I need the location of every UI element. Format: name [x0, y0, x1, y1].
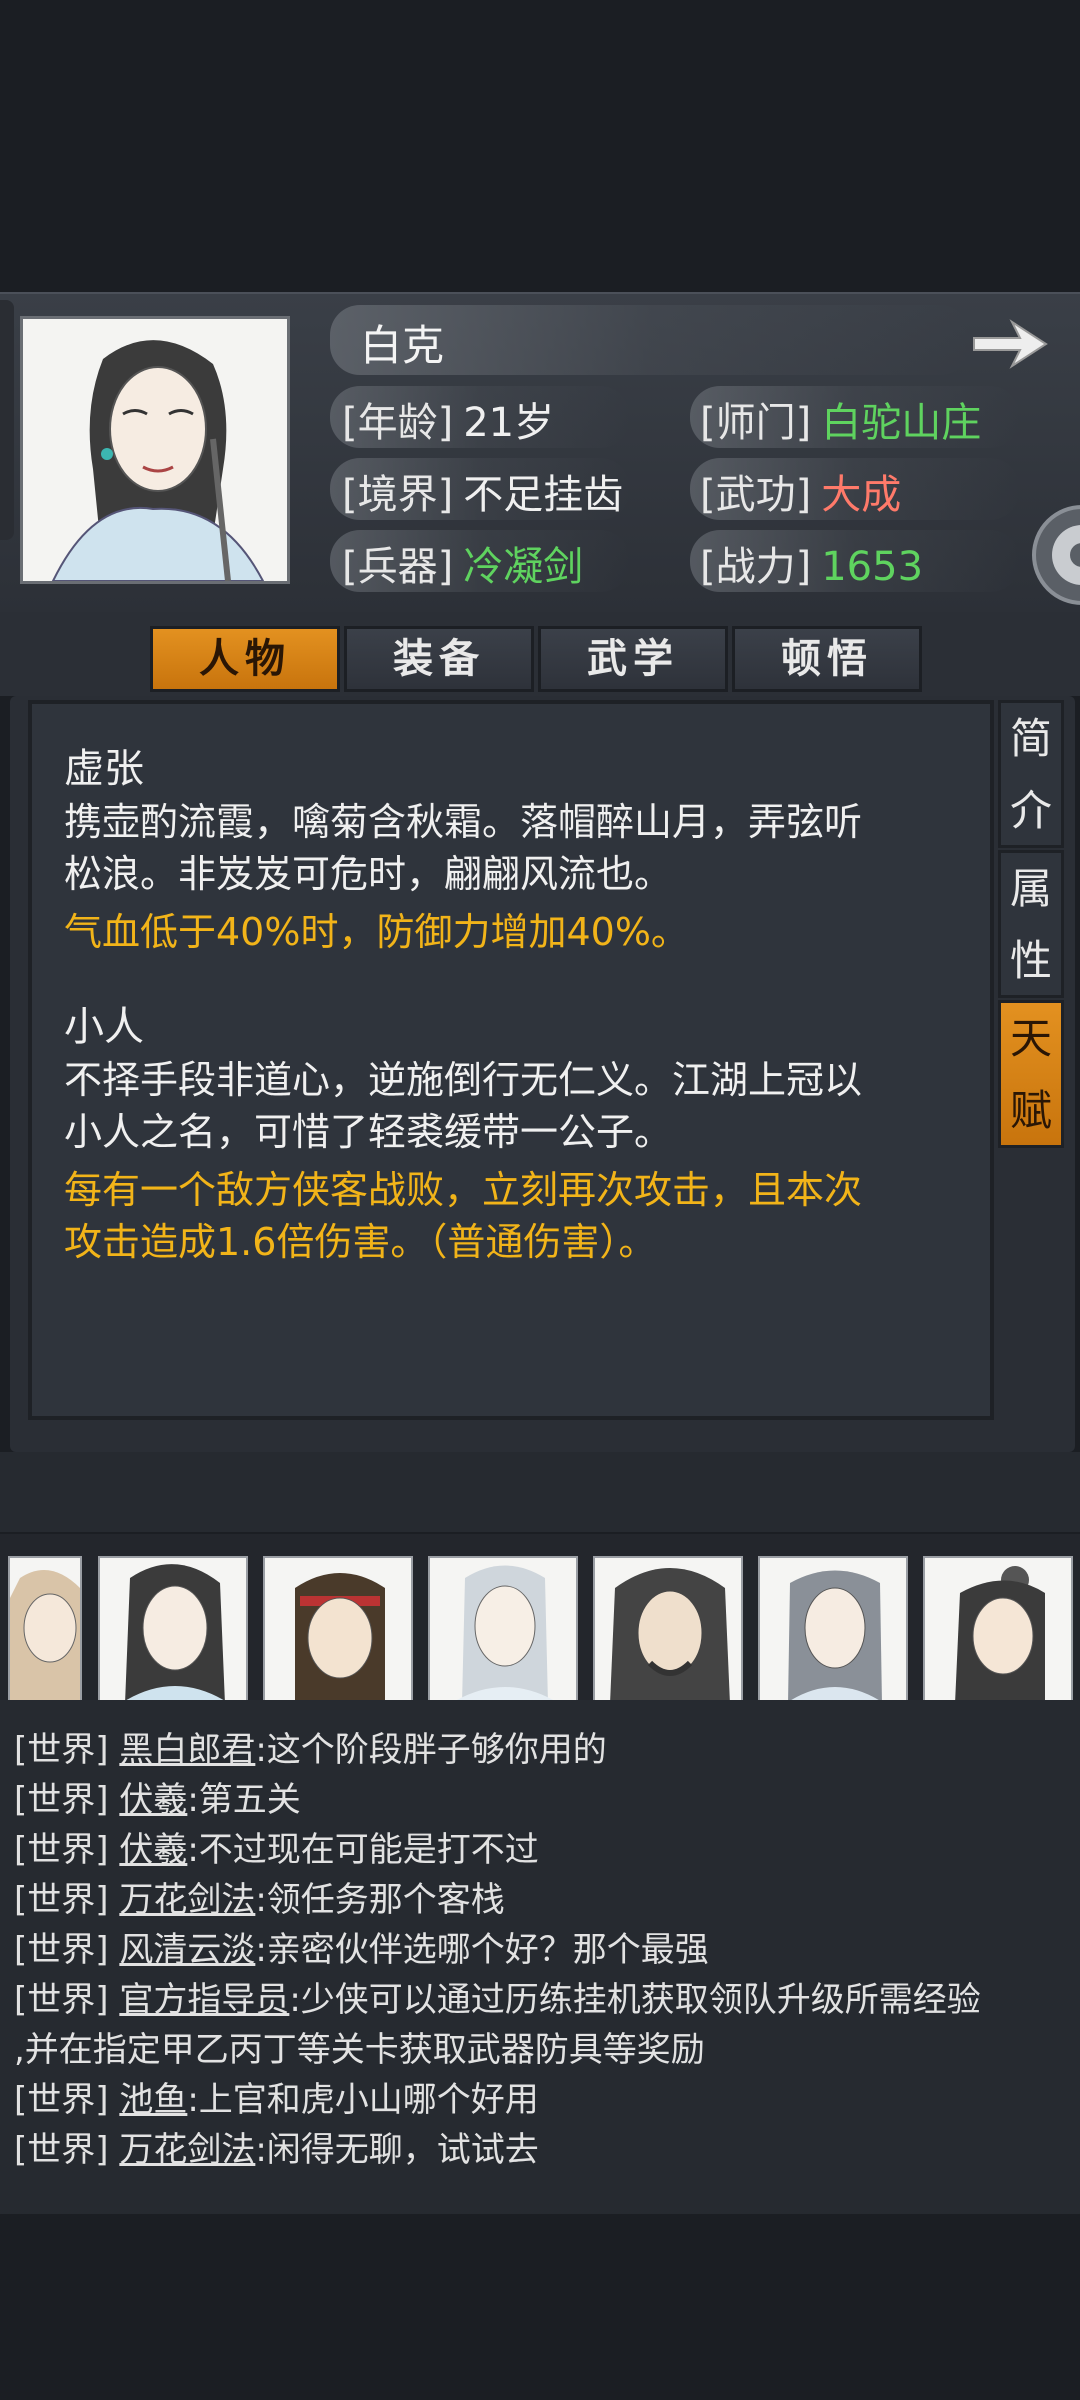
chat-line: [世界] 池鱼:上官和虎小山哪个好用	[14, 2072, 539, 2121]
chat-line-continuation: ,并在指定甲乙丙丁等关卡获取武器防具等奖励	[14, 2022, 705, 2071]
chat-message: :亲密伙伴选哪个好？那个最强	[255, 1930, 709, 1970]
side-tab-attributes[interactable]: 属 性	[998, 850, 1064, 998]
age-value: 21岁	[463, 400, 555, 446]
side-tab-attributes-char2: 性	[1009, 936, 1052, 985]
chat-sender[interactable]: 伏羲	[119, 1830, 187, 1870]
weapon-value: 冷凝剑	[463, 544, 584, 590]
chat-line: [世界] 风清云淡:亲密伙伴选哪个好？那个最强	[14, 1922, 709, 1971]
hero-thumb[interactable]	[263, 1556, 413, 1702]
hero-thumb[interactable]	[923, 1556, 1073, 1702]
chat-channel: [世界]	[14, 1830, 109, 1870]
talent-2-desc-line: 不择手段非道心，逆施倒行无仁义。江湖上冠以	[64, 1058, 863, 1102]
chat-message: ,并在指定甲乙丙丁等关卡获取武器防具等奖励	[14, 2030, 705, 2070]
weapon-row: [兵器] 冷凝剑	[342, 534, 583, 594]
chat-message: :第五关	[187, 1780, 301, 1820]
chat-line: [世界] 伏羲:第五关	[14, 1772, 301, 1821]
realm-value: 不足挂齿	[463, 472, 624, 518]
character-portrait	[20, 316, 290, 584]
next-arrow-button[interactable]	[970, 312, 1050, 376]
chat-line: [世界] 伏羲:不过现在可能是打不过	[14, 1822, 539, 1871]
power-row: [战力] 1653	[700, 534, 923, 594]
realm-label: [境界]	[342, 472, 454, 518]
chat-sender[interactable]: 池鱼	[119, 2080, 187, 2120]
chat-line: [世界] 官方指导员:少侠可以通过历练挂机获取领队升级所需经验	[14, 1972, 981, 2021]
bottom-bar	[0, 2214, 1080, 2400]
sect-label: [师门]	[700, 400, 812, 446]
chat-sender[interactable]: 万花剑法	[119, 2130, 255, 2170]
tab-enlightenment[interactable]: 顿悟	[732, 626, 922, 692]
hero-thumb[interactable]	[758, 1556, 908, 1702]
talent-1-title: 虚张	[64, 746, 144, 792]
chat-message: :这个阶段胖子够你用的	[255, 1730, 607, 1770]
chat-sender[interactable]: 黑白郎君	[119, 1730, 255, 1770]
divider-bar	[0, 1452, 1080, 1532]
chat-channel: [世界]	[14, 2080, 109, 2120]
talent-2-effect: 每有一个敌方侠客战败，立刻再次攻击，且本次 攻击造成1.6倍伤害。（普通伤害）。	[64, 1164, 974, 1268]
talent-2-title: 小人	[64, 1004, 144, 1050]
hero-thumb[interactable]	[8, 1556, 82, 1702]
chat-channel: [世界]	[14, 1930, 109, 1970]
chat-sender[interactable]: 伏羲	[119, 1780, 187, 1820]
settings-button[interactable]	[1020, 500, 1080, 610]
power-value: 1653	[821, 544, 924, 590]
chat-sender[interactable]: 官方指导员	[119, 1980, 289, 2020]
talent-1-effect: 气血低于40%时，防御力增加40%。	[64, 906, 974, 958]
tab-martial-arts[interactable]: 武学	[538, 626, 728, 692]
gear-icon	[1032, 505, 1080, 605]
side-tab-talent-char2: 赋	[1009, 1086, 1052, 1135]
arrow-right-icon	[973, 319, 1048, 369]
hero-thumb[interactable]	[428, 1556, 578, 1702]
tab-character[interactable]: 人物	[150, 626, 340, 692]
chat-line: [世界] 万花剑法:闲得无聊，试试去	[14, 2122, 539, 2171]
talent-1-effect-line: 气血低于40%时，防御力增加40%。	[64, 910, 689, 954]
side-tabs: 简 介 属 性 天 赋	[998, 700, 1068, 1160]
chat-line: [世界] 黑白郎君:这个阶段胖子够你用的	[14, 1722, 607, 1771]
chat-channel: [世界]	[14, 2130, 109, 2170]
chat-sender[interactable]: 风清云淡	[119, 1930, 255, 1970]
realm-row: [境界] 不足挂齿	[342, 462, 623, 522]
character-name: 白克	[360, 321, 445, 370]
side-tab-intro-char2: 介	[1009, 786, 1052, 835]
chat-message: :不过现在可能是打不过	[187, 1830, 539, 1870]
chat-channel: [世界]	[14, 1780, 109, 1820]
side-tab-talent[interactable]: 天 赋	[998, 1000, 1064, 1148]
side-tab-intro-char1: 简	[1009, 714, 1052, 763]
chat-channel: [世界]	[14, 1880, 109, 1920]
martial-label: [武功]	[700, 472, 812, 518]
talent-1-desc-line: 携壶酌流霞，噙菊含秋霜。落帽醉山月，弄弦听	[64, 800, 863, 844]
chat-message: :少侠可以通过历练挂机获取领队升级所需经验	[289, 1980, 981, 2020]
side-tab-attributes-char1: 属	[1009, 864, 1052, 913]
chat-message: :闲得无聊，试试去	[255, 2130, 539, 2170]
talent-2-effect-line: 攻击造成1.6倍伤害。（普通伤害）。	[64, 1220, 657, 1264]
chat-message: :上官和虎小山哪个好用	[187, 2080, 539, 2120]
talent-2-effect-line: 每有一个敌方侠客战败，立刻再次攻击，且本次	[64, 1168, 863, 1212]
sect-value: 白驼山庄	[821, 400, 982, 446]
age-label: [年龄]	[342, 400, 454, 446]
talent-2-desc-line: 小人之名，可惜了轻裘缓带一公子。	[64, 1110, 673, 1154]
age-row: [年龄] 21岁	[342, 390, 554, 450]
talent-1-desc: 携壶酌流霞，噙菊含秋霜。落帽醉山月，弄弦听 松浪。非岌岌可危时，翩翩风流也。	[64, 796, 964, 900]
chat-line: [世界] 万花剑法:领任务那个客栈	[14, 1872, 505, 1921]
hero-thumb[interactable]	[593, 1556, 743, 1702]
left-edge-handle[interactable]	[0, 300, 14, 540]
side-tab-intro[interactable]: 简 介	[998, 700, 1064, 848]
weapon-label: [兵器]	[342, 544, 454, 590]
martial-value: 大成	[821, 472, 902, 518]
top-bar	[0, 0, 1080, 292]
talent-1-desc-line: 松浪。非岌岌可危时，翩翩风流也。	[64, 852, 673, 896]
sect-row: [师门] 白驼山庄	[700, 390, 981, 450]
talent-2-desc: 不择手段非道心，逆施倒行无仁义。江湖上冠以 小人之名，可惜了轻裘缓带一公子。	[64, 1054, 964, 1158]
tab-equipment[interactable]: 装备	[344, 626, 534, 692]
chat-sender[interactable]: 万花剑法	[119, 1880, 255, 1920]
chat-channel: [世界]	[14, 1730, 109, 1770]
side-tab-talent-char1: 天	[1009, 1014, 1052, 1063]
power-label: [战力]	[700, 544, 812, 590]
chat-channel: [世界]	[14, 1980, 109, 2020]
chat-message: :领任务那个客栈	[255, 1880, 505, 1920]
hero-thumb[interactable]	[98, 1556, 248, 1702]
martial-row: [武功] 大成	[700, 462, 901, 522]
